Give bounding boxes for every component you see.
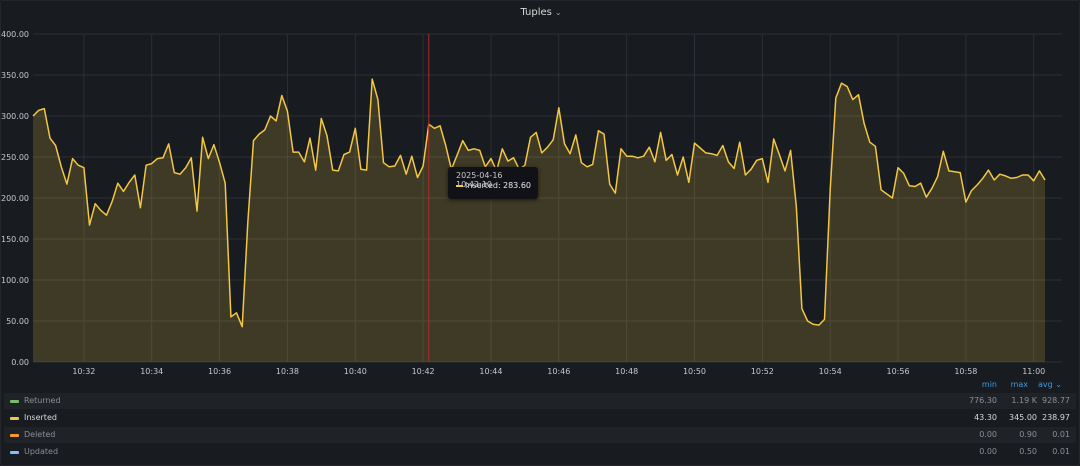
chart-area[interactable]: 0.00 50.00 100.00 150.00 200.00 250.00 300.00 3… bbox=[0, 0, 1080, 380]
legend-row-inserted[interactable]: Inserted 43.30 345.00 238.97 bbox=[4, 410, 1076, 426]
legend-header-avg[interactable]: avg ⌄ bbox=[1030, 380, 1062, 389]
x-tick-label: 10:58 bbox=[954, 367, 977, 376]
x-tick-label: 11:00 bbox=[1022, 367, 1045, 376]
legend-swatch bbox=[10, 400, 19, 403]
y-tick-label: 150.00 bbox=[1, 235, 29, 244]
y-tick-label: 100.00 bbox=[1, 276, 29, 285]
legend-row-deleted[interactable]: Deleted 0.00 0.90 0.01 bbox=[4, 427, 1076, 443]
legend-avg: 0.01 bbox=[1052, 447, 1070, 456]
y-tick-label: 250.00 bbox=[1, 153, 29, 162]
legend-avg: 0.01 bbox=[1052, 430, 1070, 439]
x-tick-label: 10:48 bbox=[615, 367, 638, 376]
x-tick-label: 10:38 bbox=[276, 367, 299, 376]
legend-name: Inserted bbox=[24, 413, 57, 422]
x-tick-label: 10:54 bbox=[819, 367, 842, 376]
legend-row-returned[interactable]: Returned 776.30 1.19 K 928.77 bbox=[4, 393, 1076, 409]
legend-row-updated[interactable]: Updated 0.00 0.50 0.01 bbox=[4, 444, 1076, 460]
legend-swatch bbox=[10, 434, 19, 437]
x-tick-label: 10:40 bbox=[344, 367, 367, 376]
tooltip-series: Inserted: bbox=[465, 181, 501, 190]
legend-avg: 238.97 bbox=[1042, 413, 1070, 422]
x-tick-label: 10:42 bbox=[412, 367, 435, 376]
y-tick-label: 50.00 bbox=[6, 317, 29, 326]
y-tick-label: 200.00 bbox=[1, 194, 29, 203]
x-tick-label: 10:34 bbox=[140, 367, 163, 376]
tooltip: 2025-04-16 10:42:10 Inserted: 283.60 bbox=[448, 167, 538, 199]
x-tick-label: 10:46 bbox=[547, 367, 570, 376]
legend-header-max[interactable]: max bbox=[990, 380, 1028, 389]
tooltip-swatch bbox=[456, 185, 463, 187]
y-tick-label: 0.00 bbox=[11, 358, 29, 367]
x-tick-label: 10:44 bbox=[479, 367, 502, 376]
legend-header-min[interactable]: min bbox=[943, 380, 997, 389]
x-tick-label: 10:32 bbox=[72, 367, 95, 376]
series-area-inserted bbox=[33, 79, 1045, 362]
tooltip-value: 283.60 bbox=[503, 181, 531, 190]
legend-name: Updated bbox=[24, 447, 59, 456]
x-tick-label: 10:52 bbox=[751, 367, 774, 376]
x-tick-label: 10:36 bbox=[208, 367, 231, 376]
legend-swatch bbox=[10, 451, 19, 454]
legend-avg: 928.77 bbox=[1042, 396, 1070, 405]
y-tick-label: 400.00 bbox=[1, 30, 29, 39]
x-tick-label: 10:50 bbox=[683, 367, 706, 376]
legend-name: Deleted bbox=[24, 430, 56, 439]
legend-name: Returned bbox=[24, 396, 61, 405]
x-tick-label: 10:56 bbox=[887, 367, 910, 376]
y-tick-label: 300.00 bbox=[1, 112, 29, 121]
y-tick-label: 350.00 bbox=[1, 71, 29, 80]
legend-swatch bbox=[10, 417, 19, 420]
